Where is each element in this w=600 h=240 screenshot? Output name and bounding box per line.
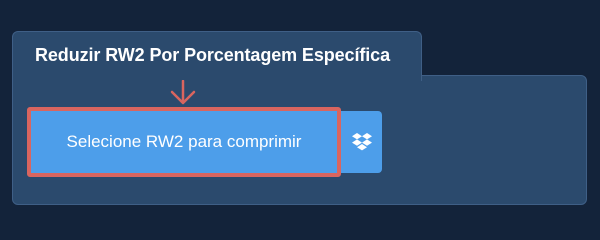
dropbox-button[interactable] — [341, 111, 382, 173]
select-file-button[interactable]: Selecione RW2 para comprimir — [27, 107, 341, 177]
compress-tab[interactable]: Reduzir RW2 Por Porcentagem Específica — [12, 31, 422, 81]
tab-title: Reduzir RW2 Por Porcentagem Específica — [35, 45, 390, 65]
upload-button-group: Selecione RW2 para comprimir — [27, 107, 382, 177]
dropbox-icon — [351, 133, 372, 151]
arrow-down-icon — [170, 80, 196, 105]
